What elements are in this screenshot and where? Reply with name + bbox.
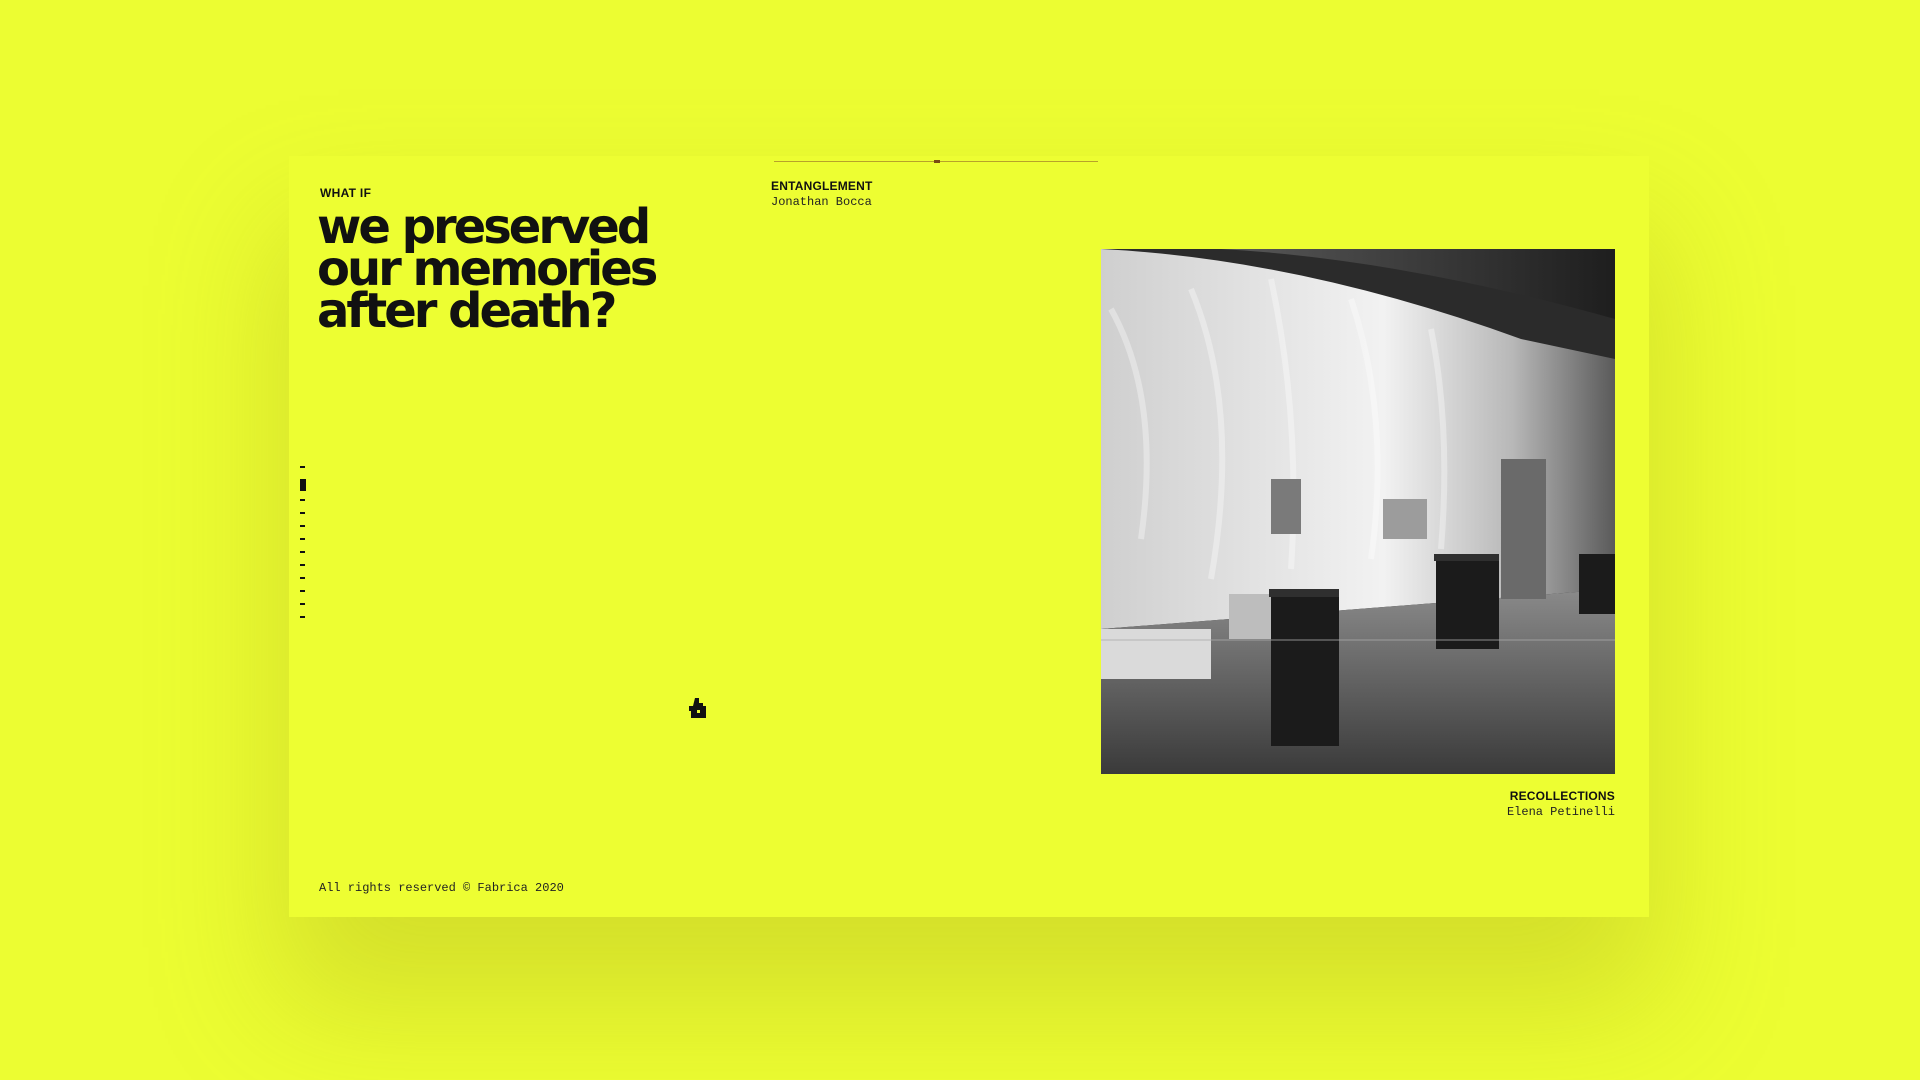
website-page: WHAT IF we preserved our memories after … bbox=[289, 156, 1649, 917]
hero-headline: we preserved our memories after death? bbox=[317, 203, 737, 339]
scroll-index[interactable] bbox=[300, 466, 308, 629]
scroll-index-tick[interactable] bbox=[300, 466, 305, 468]
hand-cursor-icon bbox=[689, 698, 706, 718]
eyebrow-label: WHAT IF bbox=[320, 186, 372, 200]
project-recollections[interactable]: RECOLLECTIONS Elena Petinelli bbox=[1507, 789, 1615, 819]
footer-copyright: All rights reserved © Fabrica 2020 bbox=[319, 881, 564, 895]
project-author: Elena Petinelli bbox=[1506, 805, 1615, 819]
scroll-index-tick[interactable] bbox=[300, 616, 305, 618]
progress-line bbox=[774, 160, 1098, 163]
scroll-index-tick[interactable] bbox=[300, 525, 305, 527]
project-author: Jonathan Bocca bbox=[771, 195, 872, 209]
exhibition-photo[interactable] bbox=[1101, 249, 1615, 774]
scroll-index-tick[interactable] bbox=[300, 603, 305, 605]
headline-line: after death? bbox=[317, 283, 617, 339]
scroll-index-tick[interactable] bbox=[300, 479, 306, 491]
scroll-index-tick[interactable] bbox=[300, 538, 305, 540]
project-title[interactable]: ENTANGLEMENT bbox=[771, 179, 873, 193]
scroll-index-tick[interactable] bbox=[300, 564, 305, 566]
scroll-index-tick[interactable] bbox=[300, 499, 305, 501]
project-entanglement[interactable]: ENTANGLEMENT Jonathan Bocca bbox=[771, 179, 873, 209]
scroll-index-tick[interactable] bbox=[300, 577, 305, 579]
project-title[interactable]: RECOLLECTIONS bbox=[1507, 789, 1615, 803]
scroll-index-tick[interactable] bbox=[300, 590, 305, 592]
scroll-index-tick[interactable] bbox=[300, 512, 305, 514]
scroll-index-tick[interactable] bbox=[300, 551, 305, 553]
